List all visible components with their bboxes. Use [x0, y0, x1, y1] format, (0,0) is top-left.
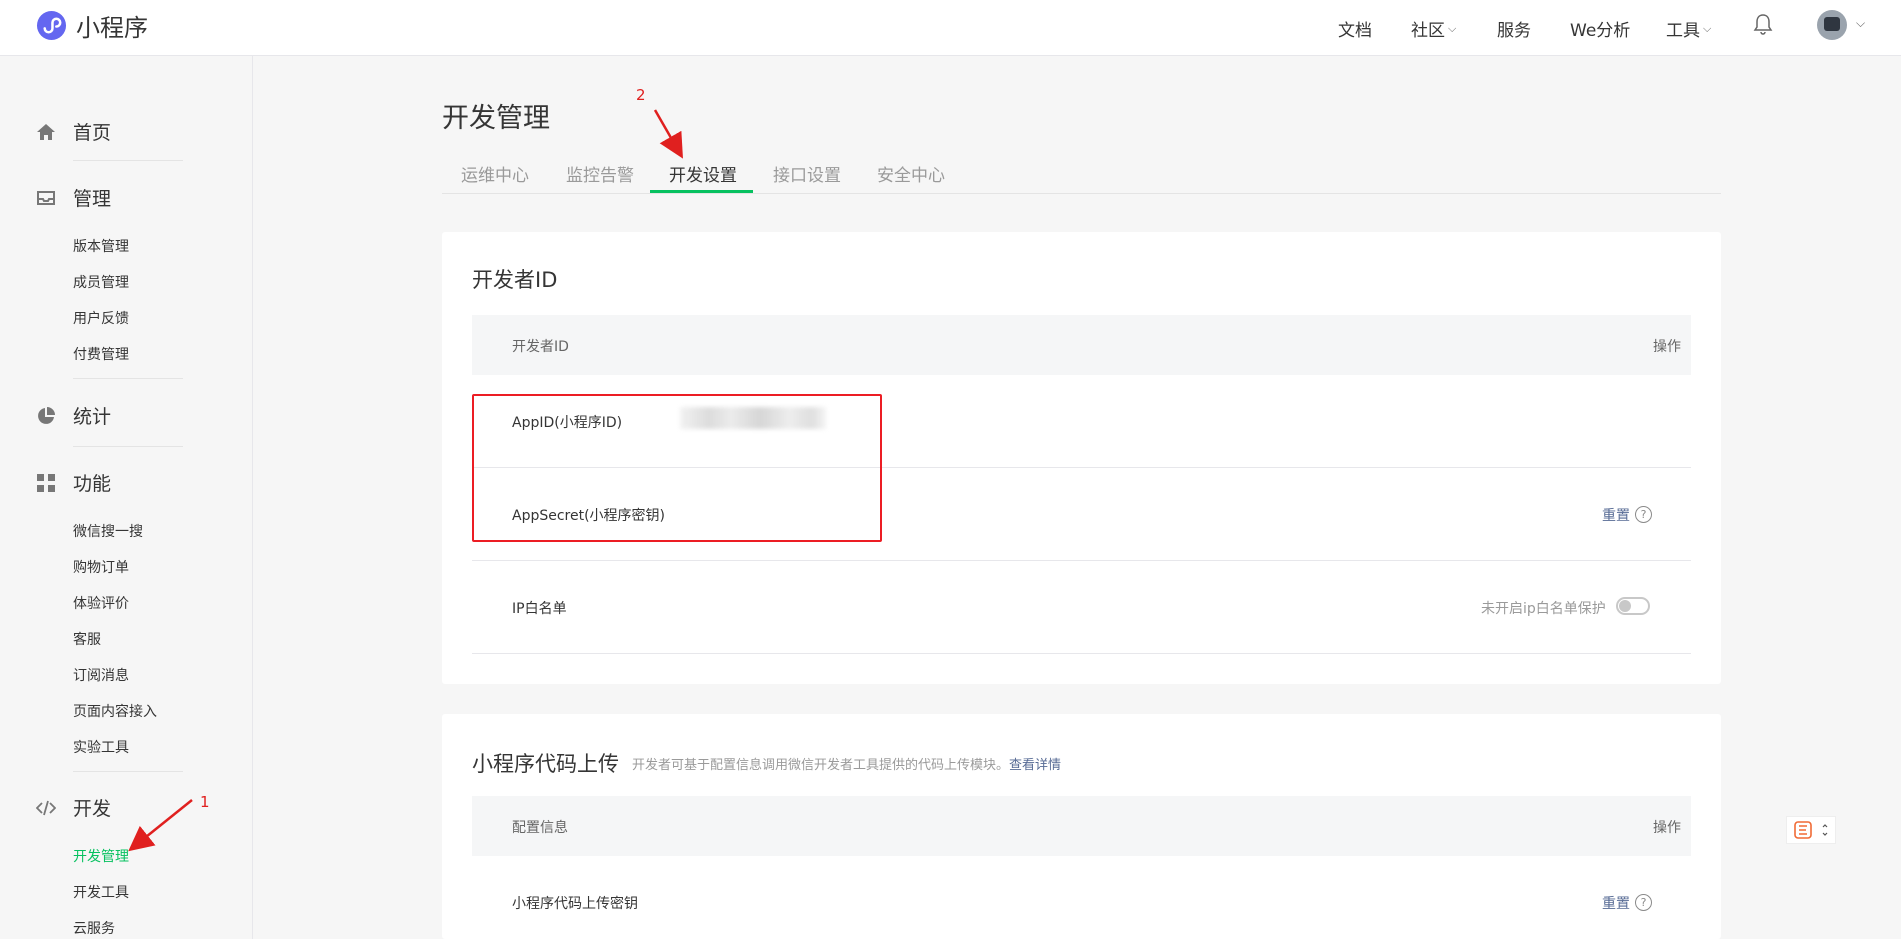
annotation-arrow-1 — [128, 799, 193, 852]
floating-ime-widget[interactable] — [1786, 816, 1836, 844]
annotation-number-1: 1 — [200, 793, 210, 811]
input-method-icon — [1794, 821, 1828, 839]
annotation-arrow-2 — [653, 109, 683, 159]
annotation-number-2: 2 — [636, 86, 646, 104]
annotation-arrows — [128, 109, 683, 852]
